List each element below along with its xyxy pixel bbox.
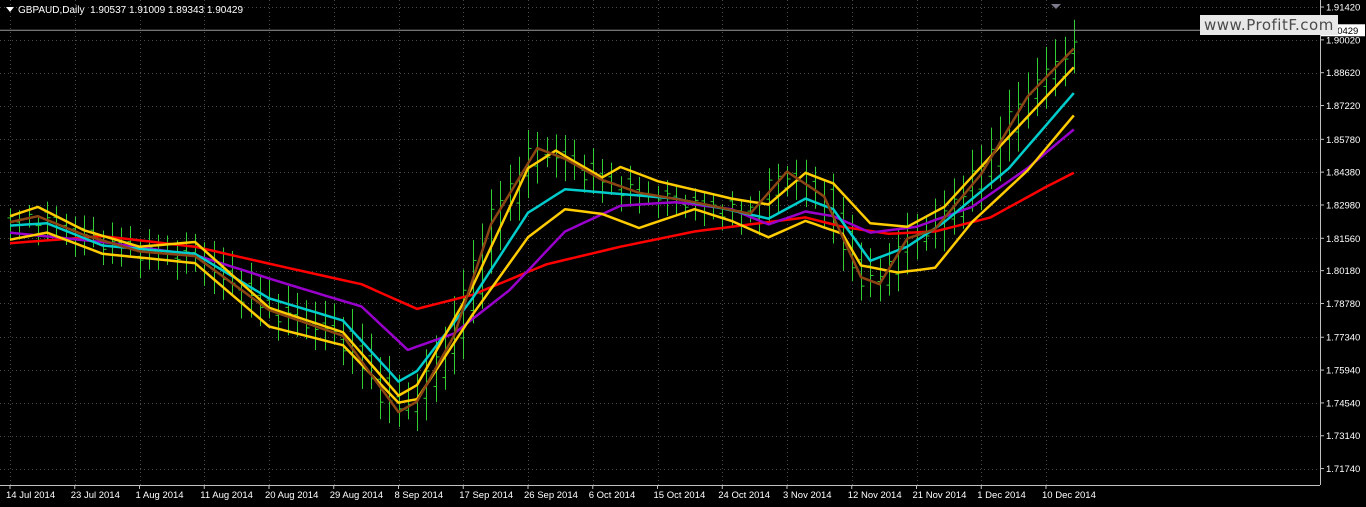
chart-title-bar: GBPAUD,Daily 1.90537 1.91009 1.89343 1.9… — [6, 5, 243, 16]
x-tick-label: 21 Nov 2014 — [913, 490, 967, 501]
watermark-logo: www.ProfitF.com — [1200, 15, 1338, 35]
dropdown-triangle-icon[interactable] — [6, 7, 14, 12]
x-tick-label: 26 Sep 2014 — [524, 490, 578, 501]
x-tick-label: 1 Aug 2014 — [136, 490, 184, 501]
y-tick-label: 1.90020 — [1326, 35, 1360, 46]
chart-symbol-title: GBPAUD,Daily — [18, 5, 85, 16]
y-tick-label: 1.80180 — [1326, 266, 1360, 277]
x-tick-label: 14 Jul 2014 — [6, 490, 55, 501]
ohlc-open: 1.90537 — [90, 5, 127, 16]
y-tick-label: 1.73140 — [1326, 431, 1360, 442]
x-tick-label: 17 Sep 2014 — [459, 490, 513, 501]
x-tick-label: 15 Oct 2014 — [654, 490, 706, 501]
x-tick-label: 20 Aug 2014 — [265, 490, 318, 501]
x-tick-label: 29 Aug 2014 — [330, 490, 383, 501]
x-tick-label: 8 Sep 2014 — [395, 490, 444, 501]
y-tick-label: 1.77340 — [1326, 333, 1360, 344]
chart-window: 1.91420 1.90020 1.88620 1.87220 1.85780 1.843… — [0, 0, 1366, 503]
x-tick-label: 11 Aug 2014 — [200, 490, 253, 501]
ohlc-low: 1.89343 — [167, 5, 205, 16]
x-tick-label: 10 Dec 2014 — [1042, 490, 1096, 501]
y-tick-label: 1.88620 — [1326, 68, 1360, 79]
x-tick-label: 6 Oct 2014 — [589, 490, 635, 501]
x-tick-label: 23 Jul 2014 — [71, 490, 120, 501]
price-chart: 1.91420 1.90020 1.88620 1.87220 1.85780 1.843… — [0, 0, 1366, 503]
x-tick-label: 3 Nov 2014 — [783, 490, 832, 501]
y-tick-label: 1.71740 — [1326, 464, 1360, 475]
ohlc-high: 1.91009 — [129, 5, 166, 16]
y-tick-label: 1.74540 — [1326, 398, 1360, 409]
y-tick-label: 1.82980 — [1326, 200, 1360, 211]
y-tick-label: 1.85780 — [1326, 135, 1360, 146]
x-tick-label: 24 Oct 2014 — [718, 490, 770, 501]
x-tick-label: 12 Nov 2014 — [848, 490, 902, 501]
y-tick-label: 1.84380 — [1326, 168, 1360, 179]
ohlc-close: 1.90429 — [206, 5, 244, 16]
y-tick-label: 1.87220 — [1326, 101, 1360, 112]
y-tick-label: 1.81560 — [1326, 234, 1360, 245]
y-tick-label: 1.75940 — [1326, 366, 1360, 377]
y-tick-label: 1.91420 — [1326, 3, 1360, 14]
y-tick-label: 1.78780 — [1326, 299, 1360, 310]
x-tick-label: 1 Dec 2014 — [977, 490, 1026, 501]
